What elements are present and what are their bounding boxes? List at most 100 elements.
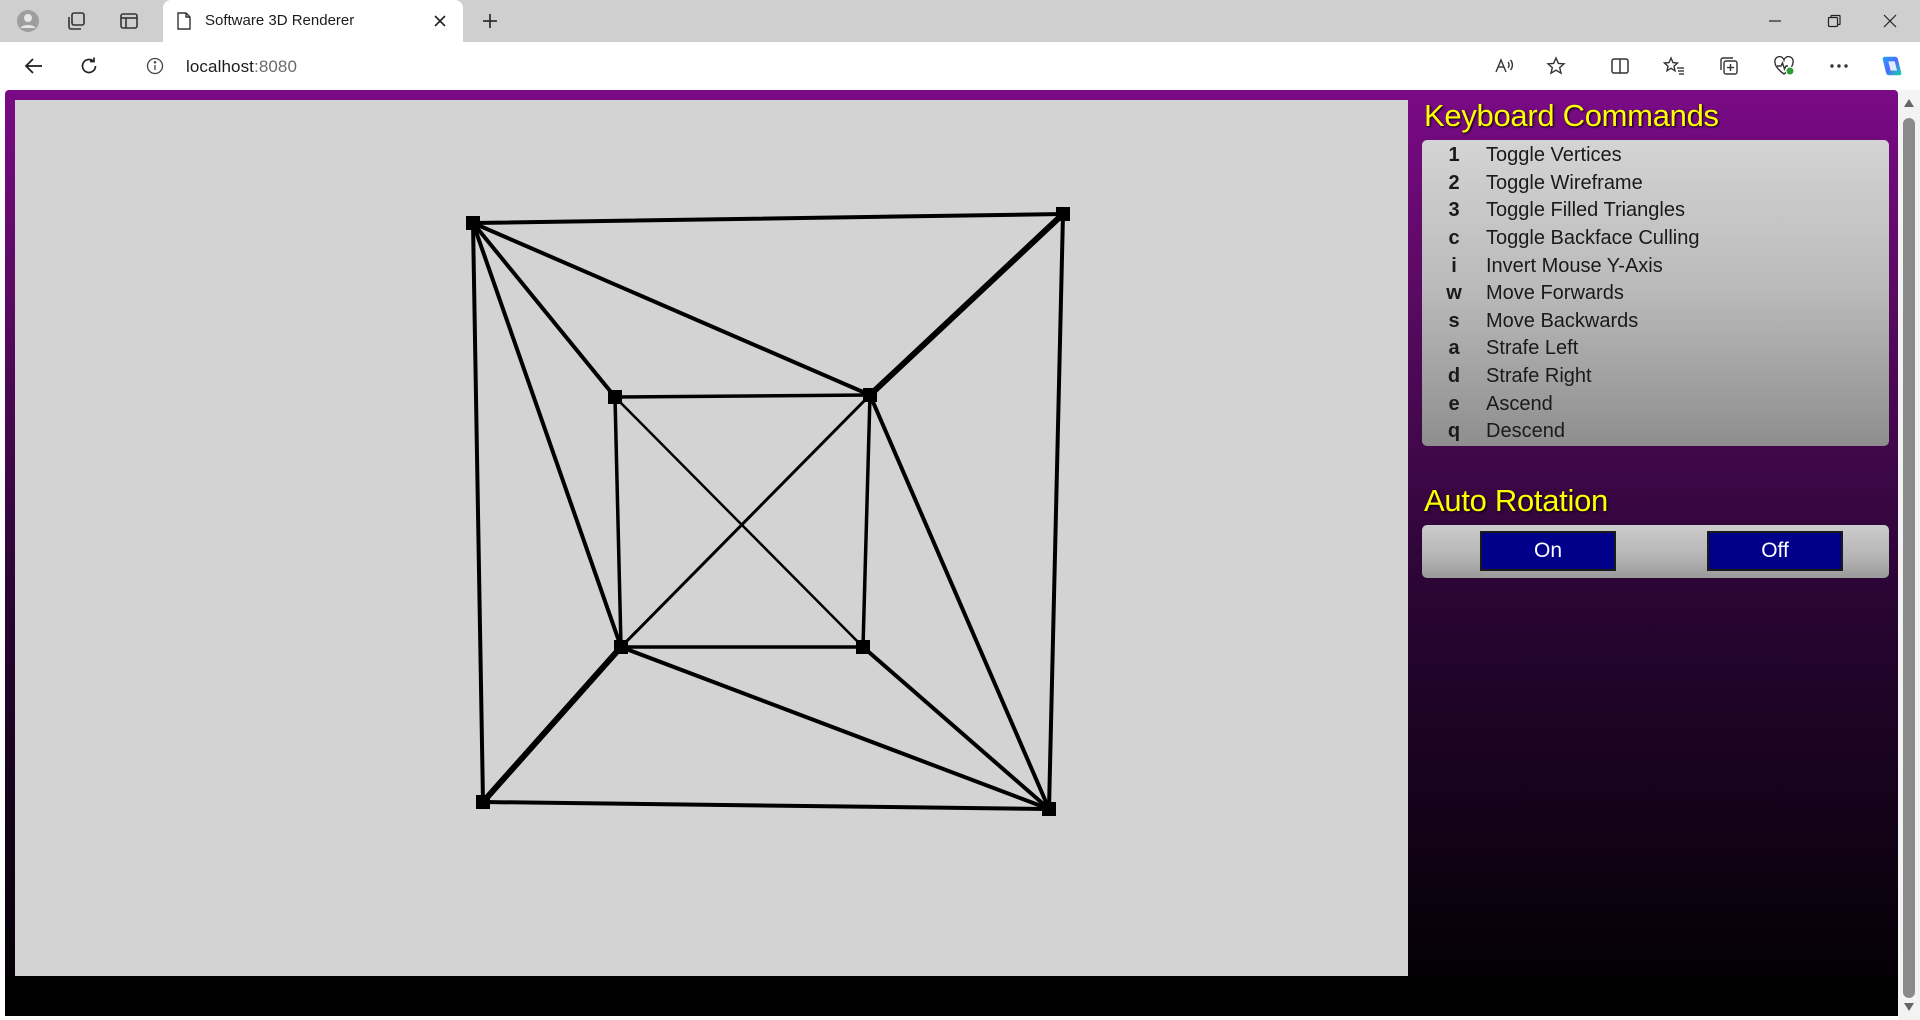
restore-icon[interactable] [1806, 0, 1862, 42]
url-host: localhost [186, 57, 254, 76]
wireframe-render [466, 207, 1070, 816]
edge [619, 393, 872, 649]
command-row: c Toggle Backface Culling [1422, 225, 1889, 253]
edge [613, 395, 623, 649]
command-row: 1 Toggle Vertices [1422, 142, 1889, 170]
edge [619, 645, 1051, 811]
edge [868, 393, 1051, 811]
auto-rotation-controls: On Off [1422, 525, 1889, 578]
keyboard-commands-list: 1 Toggle Vertices 2 Toggle Wireframe 3 Togg… [1422, 140, 1889, 446]
command-key: 2 [1448, 171, 1460, 194]
heart-pulse-icon[interactable] [1772, 54, 1796, 78]
command-label: Strafe Left [1486, 337, 1579, 360]
minimize-icon[interactable] [1747, 0, 1803, 42]
vertex [614, 640, 628, 654]
command-key: c [1448, 227, 1460, 250]
info-icon[interactable] [146, 57, 164, 80]
command-key: d [1447, 365, 1461, 388]
edge [861, 393, 872, 649]
edge [471, 221, 617, 399]
edge [471, 221, 872, 397]
command-label: Toggle Vertices [1486, 144, 1622, 167]
edge [480, 644, 624, 805]
command-key: w [1446, 282, 1462, 305]
vertex [856, 640, 870, 654]
command-key: 3 [1448, 199, 1460, 222]
page-icon [177, 12, 191, 35]
command-row: w Move Forwards [1422, 280, 1889, 308]
scrollbar-thumb[interactable] [1903, 118, 1915, 998]
command-label: Toggle Filled Triangles [1486, 199, 1685, 222]
command-label: Invert Mouse Y-Axis [1486, 254, 1663, 277]
rotation-off-button[interactable]: Off [1707, 531, 1843, 571]
command-row: a Strafe Left [1422, 335, 1889, 363]
command-key: s [1448, 309, 1460, 332]
edge [613, 395, 865, 649]
more-icon[interactable] [1827, 54, 1851, 78]
edge [867, 211, 1066, 398]
command-row: q Descend [1422, 418, 1889, 446]
bottom-strip [5, 976, 1898, 1016]
vertex [466, 216, 480, 230]
vertex [608, 390, 622, 404]
command-key: 1 [1448, 144, 1460, 167]
tab-bar: Software 3D Renderer [0, 0, 1920, 42]
close-icon[interactable] [429, 10, 451, 32]
favorites-icon[interactable] [1662, 54, 1686, 78]
command-row: d Strafe Right [1422, 363, 1889, 391]
url-bar[interactable]: localhost:8080 [126, 48, 1584, 84]
command-label: Toggle Backface Culling [1486, 227, 1700, 250]
command-row: 3 Toggle Filled Triangles [1422, 197, 1889, 225]
edge [471, 221, 485, 804]
scroll-down-icon[interactable] [1902, 1000, 1916, 1014]
collections-icon[interactable] [1717, 54, 1741, 78]
command-key: i [1451, 254, 1457, 277]
edge [861, 645, 1051, 811]
edge [613, 393, 872, 399]
url-text: localhost:8080 [186, 57, 297, 77]
command-label: Ascend [1486, 392, 1553, 415]
scroll-up-icon[interactable] [1902, 96, 1916, 110]
plus-icon[interactable] [478, 9, 502, 33]
page-scrollbar[interactable] [1898, 90, 1920, 1020]
edge [471, 221, 623, 649]
star-icon[interactable] [1544, 54, 1568, 78]
command-label: Toggle Wireframe [1486, 171, 1643, 194]
read-aloud-icon[interactable] [1492, 54, 1516, 78]
command-row: i Invert Mouse Y-Axis [1422, 252, 1889, 280]
keyboard-commands-heading: Keyboard Commands [1424, 98, 1719, 133]
command-key: q [1447, 420, 1461, 443]
back-arrow-icon[interactable] [22, 54, 46, 78]
command-label: Move Backwards [1486, 309, 1639, 332]
command-label: Move Forwards [1486, 282, 1624, 305]
tab-title: Software 3D Renderer [205, 12, 355, 29]
command-row: e Ascend [1422, 390, 1889, 418]
edge [481, 800, 1051, 811]
auto-rotation-heading: Auto Rotation [1424, 483, 1608, 518]
copilot-icon[interactable] [1880, 54, 1904, 78]
vertex [1056, 207, 1070, 221]
split-screen-icon[interactable] [1608, 54, 1632, 78]
close-window-icon[interactable] [1862, 0, 1918, 42]
rotation-on-button[interactable]: On [1480, 531, 1616, 571]
command-row: s Move Backwards [1422, 308, 1889, 336]
vertex [476, 795, 490, 809]
edge [1047, 212, 1065, 811]
command-row: 2 Toggle Wireframe [1422, 170, 1889, 198]
page-body: Keyboard Commands 1 Toggle Vertices 2 Togg… [5, 90, 1898, 1016]
command-label: Descend [1486, 420, 1565, 443]
edge [471, 212, 1065, 225]
address-bar: localhost:8080 [0, 42, 1920, 90]
refresh-icon[interactable] [77, 54, 101, 78]
command-key: a [1448, 337, 1460, 360]
url-port: :8080 [254, 57, 298, 76]
render-canvas[interactable] [15, 100, 1408, 976]
vertex [863, 388, 877, 402]
profile-icon[interactable] [16, 9, 40, 33]
workspaces-icon[interactable] [64, 9, 88, 33]
command-label: Strafe Right [1486, 365, 1592, 388]
command-key: e [1448, 392, 1460, 415]
browser-tab[interactable]: Software 3D Renderer [163, 0, 463, 42]
tab-actions-icon[interactable] [117, 9, 141, 33]
vertex [1042, 802, 1056, 816]
